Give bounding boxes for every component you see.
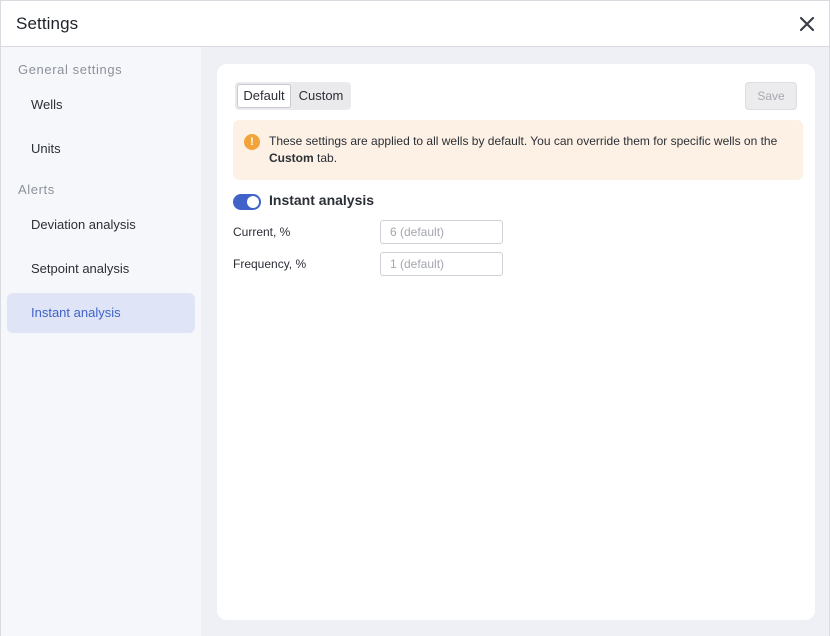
- settings-window: Settings General settings Wells Units Al…: [0, 0, 830, 636]
- tab-default[interactable]: Default: [237, 84, 291, 108]
- settings-panel: Default Custom Save ! These settings are…: [217, 64, 815, 620]
- save-button[interactable]: Save: [745, 82, 797, 110]
- banner-text-main: These settings are applied to all wells …: [269, 134, 778, 148]
- section-label-alerts: Alerts: [18, 182, 55, 197]
- close-icon: [799, 16, 815, 32]
- toggle-label: Instant analysis: [269, 192, 375, 208]
- instant-analysis-toggle[interactable]: [233, 194, 261, 210]
- mode-tabs: Default Custom: [235, 82, 351, 110]
- frequency-input[interactable]: [380, 252, 503, 276]
- sidebar-item-wells[interactable]: Wells: [7, 85, 195, 125]
- sidebar-item-label: Instant analysis: [31, 305, 121, 320]
- title-bar: Settings: [1, 1, 829, 47]
- sidebar-item-setpoint-analysis[interactable]: Setpoint analysis: [7, 249, 195, 289]
- section-label-general-settings: General settings: [18, 62, 123, 77]
- toggle-knob: [247, 196, 259, 208]
- sidebar-item-label: Deviation analysis: [31, 217, 136, 232]
- window-title: Settings: [16, 14, 79, 33]
- current-label: Current, %: [233, 225, 291, 239]
- sidebar-item-units[interactable]: Units: [7, 129, 195, 169]
- sidebar-item-label: Setpoint analysis: [31, 261, 130, 276]
- info-banner: ! These settings are applied to all well…: [233, 120, 803, 180]
- tab-custom[interactable]: Custom: [293, 84, 349, 108]
- sidebar: General settings Wells Units Alerts Devi…: [1, 47, 201, 636]
- banner-text-end: tab.: [313, 150, 338, 165]
- content-area: Default Custom Save ! These settings are…: [201, 47, 829, 636]
- sidebar-item-deviation-analysis[interactable]: Deviation analysis: [7, 205, 195, 245]
- banner-text-custom: Custom: [269, 150, 314, 165]
- sidebar-item-label: Wells: [31, 97, 63, 112]
- sidebar-item-label: Units: [31, 141, 61, 156]
- banner-text: These settings are applied to all wells …: [269, 133, 794, 166]
- frequency-label: Frequency, %: [233, 257, 307, 271]
- sidebar-item-instant-analysis[interactable]: Instant analysis: [7, 293, 195, 333]
- close-button[interactable]: [796, 13, 818, 35]
- current-input[interactable]: [380, 220, 503, 244]
- warning-icon: !: [244, 134, 260, 150]
